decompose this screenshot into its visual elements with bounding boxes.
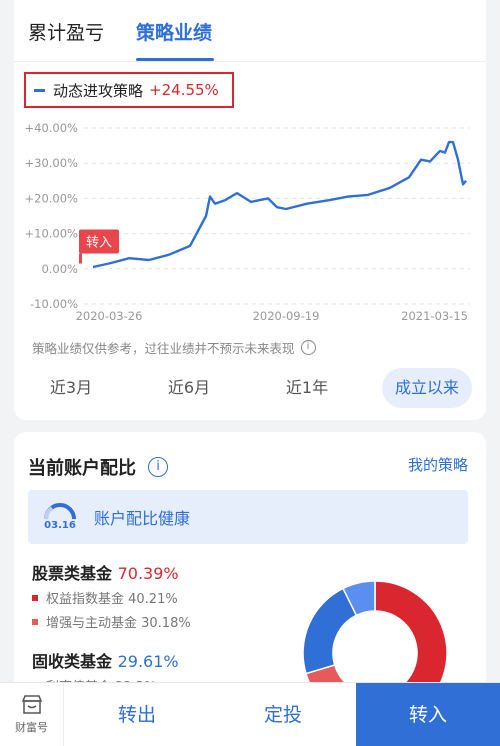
series-legend: 动态进攻策略 +24.55% [24,72,234,108]
period-selector: 近3月 近6月 近1年 成立以来 [14,368,486,412]
health-gauge-icon: 03.16 [40,497,80,537]
color-dot [32,618,38,625]
equity-fund-label: 股票类基金 [32,564,113,583]
period-3m[interactable]: 近3月 [36,368,106,408]
bottom-action-bar: 财富号 转出 定投 转入 [0,682,500,746]
active-tab-indicator [136,58,214,61]
equity-item-label: 权益指数基金 40.21% [46,592,178,607]
allocation-title-text: 当前账户配比 [28,458,136,479]
y-tick-label: 0.00% [41,262,78,276]
series-line [92,140,467,269]
donut-slice [302,587,358,675]
period-6m[interactable]: 近6月 [154,368,224,408]
legend-swatch [34,88,45,92]
period-since-inception[interactable]: 成立以来 [382,368,472,408]
health-status: 账户配比健康 [94,509,191,528]
x-tick-label: 2021-03-15 [401,309,468,323]
performance-line-chart: +40.00% +30.00% +20.00% +10.00% 0.00% -10.00%… [25,121,470,323]
disclaimer-text: 策略业绩仅供参考，过往业绩并不预示未来表现 [32,341,295,356]
y-tick-label: -10.00% [30,297,78,311]
y-tick-label: +30.00% [25,156,79,170]
y-tick-label: +20.00% [25,191,79,205]
wealth-account-label: 财富号 [15,721,48,734]
equity-item-label: 增强与主动基金 30.18% [46,616,191,631]
wealth-account-button[interactable]: 财富号 [0,683,64,746]
period-1y[interactable]: 近1年 [272,368,342,408]
color-dot [32,594,38,601]
allocation-title: 当前账户配比 i [28,454,168,480]
x-tick-label: 2020-03-26 [76,309,143,323]
store-icon [21,695,42,714]
annotation-label: 转入 [86,236,112,251]
annotation-pole [79,253,82,264]
equity-fund-heading: 股票类基金 70.39% [32,560,179,584]
tab-bar: 累计盈亏 策略业绩 [14,0,486,62]
allocation-health-banner[interactable]: 03.16 账户配比健康 [28,490,468,544]
legend-series-return: +24.55% [149,81,219,99]
equity-fund-pct: 70.39% [117,564,179,583]
tab-strategy-performance[interactable]: 策略业绩 [136,18,212,45]
legend-series-name: 动态进攻策略 [53,81,144,100]
disclaimer: 策略业绩仅供参考，过往业绩并不预示未来表现 i [32,338,316,357]
info-icon[interactable]: i [148,457,168,477]
health-date: 03.16 [44,520,76,531]
fixed-investment-button[interactable]: 定投 [210,683,356,746]
y-tick-label: +10.00% [25,227,79,241]
strategy-card: 累计盈亏 策略业绩 动态进攻策略 +24.55% +40.00% +30.00% +… [14,0,486,420]
y-tick-label: +40.00% [25,121,79,135]
fixed-income-fund-pct: 29.61% [117,652,179,671]
tab-cumulative-pnl[interactable]: 累计盈亏 [28,18,104,45]
equity-item: 权益指数基金 40.21% [32,588,178,607]
x-tick-label: 2020-09-19 [253,309,320,323]
equity-item: 增强与主动基金 30.18% [32,612,191,631]
info-icon[interactable]: i [300,340,316,355]
fixed-income-fund-label: 固收类基金 [32,652,113,671]
transfer-in-button[interactable]: 转入 [356,683,500,746]
transfer-out-button[interactable]: 转出 [64,683,210,746]
my-strategy-link[interactable]: 我的策略 [408,454,468,475]
fixed-income-fund-heading: 固收类基金 29.61% [32,648,179,672]
